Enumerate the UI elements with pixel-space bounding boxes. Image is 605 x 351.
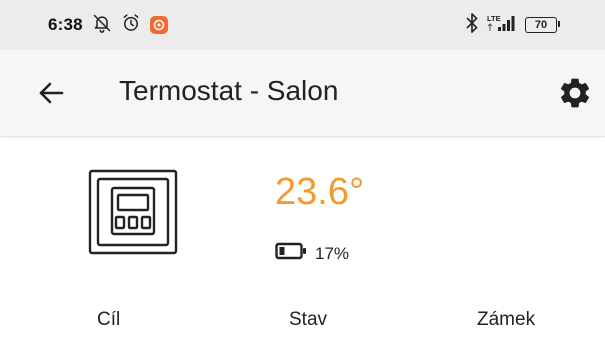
tab-target[interactable]: Cíl: [97, 309, 120, 331]
page-title: Termostat - Salon: [119, 75, 339, 106]
tab-state[interactable]: Stav: [289, 309, 327, 331]
notifications-off-icon: [92, 13, 112, 38]
battery-percent: 70: [534, 19, 548, 31]
status-bar: 6:38 LTE 70: [0, 0, 605, 50]
current-temperature: 23.6°: [275, 171, 365, 213]
lte-signal-icon: LTE: [487, 13, 517, 38]
alarm-icon: [121, 13, 141, 38]
gear-icon: [557, 78, 593, 115]
back-button[interactable]: [36, 78, 66, 108]
tab-lock[interactable]: Zámek: [477, 309, 535, 331]
device-battery: 17%: [275, 242, 349, 265]
battery-text: 17%: [315, 243, 350, 263]
battery-low-icon: [275, 242, 307, 265]
bluetooth-icon: [465, 12, 479, 38]
status-time: 6:38: [48, 15, 83, 34]
app-notification-icon: [149, 16, 168, 34]
arrow-left-icon: [36, 82, 66, 112]
status-left: 6:38: [48, 13, 168, 38]
status-right: LTE 70: [465, 12, 560, 38]
network-type-label: LTE: [487, 14, 501, 23]
thermostat-device-icon: [88, 169, 178, 260]
settings-button[interactable]: [557, 75, 593, 111]
battery-icon: 70: [525, 17, 560, 33]
app-bar: Termostat - Salon: [0, 50, 605, 137]
